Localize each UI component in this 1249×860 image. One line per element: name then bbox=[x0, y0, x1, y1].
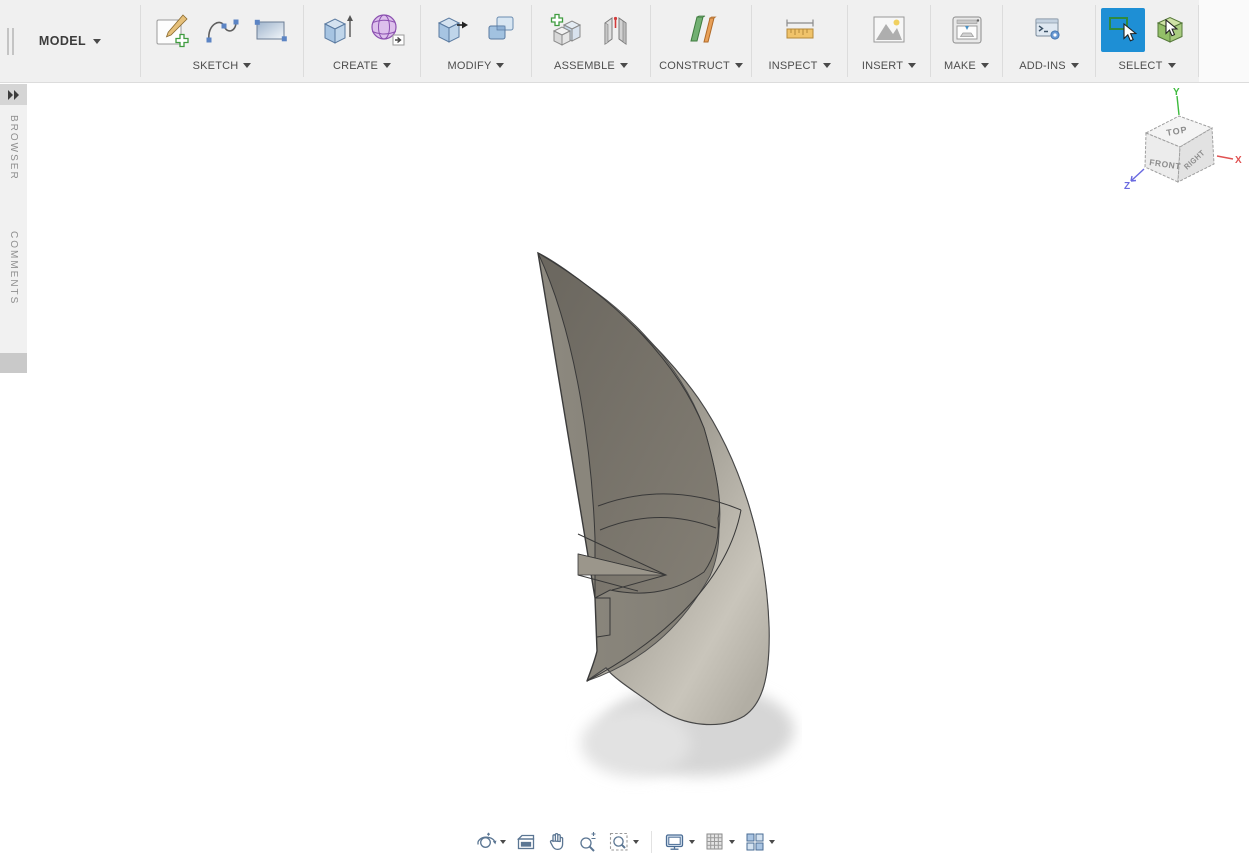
toolbar-group-sketch: SKETCH bbox=[141, 0, 303, 82]
pan-icon[interactable] bbox=[543, 829, 571, 855]
display-settings-icon[interactable] bbox=[661, 829, 698, 855]
orbit-icon[interactable] bbox=[472, 829, 509, 855]
navbar-separator bbox=[650, 831, 652, 853]
ribbon-toolbar: MODEL SKETCH CREATE MODIFY ASSEMBLE CONS… bbox=[0, 0, 1249, 83]
sidebar-tab-browser[interactable]: BROWSER bbox=[8, 115, 19, 181]
toolbar-grip-handle[interactable] bbox=[7, 28, 14, 55]
chevron-down-icon bbox=[822, 63, 831, 68]
chevron-down-icon bbox=[908, 63, 917, 68]
scripts-addins-icon[interactable] bbox=[1026, 6, 1072, 54]
chevron-down-icon bbox=[1167, 63, 1176, 68]
model-interior-surface bbox=[536, 251, 720, 599]
chevron-down-icon bbox=[619, 63, 628, 68]
toolbar-group-modify: MODIFY bbox=[421, 0, 531, 82]
axis-y-label: Y bbox=[1173, 87, 1180, 98]
toolbar-group-construct: CONSTRUCT bbox=[651, 0, 751, 82]
grid-layout-icon[interactable] bbox=[701, 829, 738, 855]
chevron-down-icon bbox=[768, 840, 775, 844]
chevron-down-icon bbox=[499, 840, 506, 844]
sketch-menu[interactable]: SKETCH bbox=[187, 57, 258, 74]
toolbar-group-assemble: ASSEMBLE bbox=[532, 0, 650, 82]
viewport-canvas[interactable]: Y X Z TOP FRONT RIGHT bbox=[0, 84, 1249, 860]
viewports-icon[interactable] bbox=[741, 829, 778, 855]
axis-z-label: Z bbox=[1124, 181, 1130, 192]
select-menu[interactable]: SELECT bbox=[1113, 57, 1182, 74]
toolbar-empty-space bbox=[1199, 0, 1249, 82]
toolbar-group-select: SELECT bbox=[1096, 0, 1198, 82]
fit-icon[interactable] bbox=[605, 829, 642, 855]
make-menu[interactable]: MAKE bbox=[938, 57, 995, 74]
extrude-icon[interactable] bbox=[315, 6, 361, 54]
chevron-down-icon bbox=[688, 840, 695, 844]
chevron-down-icon bbox=[243, 63, 252, 68]
spline-icon[interactable] bbox=[199, 6, 245, 54]
chevron-down-icon bbox=[980, 63, 989, 68]
workspace-switcher-area: MODEL bbox=[0, 0, 140, 82]
create-menu[interactable]: CREATE bbox=[327, 57, 397, 74]
form-icon[interactable] bbox=[364, 6, 410, 54]
joint-icon[interactable] bbox=[593, 6, 639, 54]
press-pull-icon[interactable] bbox=[429, 6, 475, 54]
chevron-down-icon bbox=[734, 63, 743, 68]
chevron-down-icon bbox=[93, 38, 102, 44]
chevron-down-icon bbox=[632, 840, 639, 844]
chevron-down-icon bbox=[1070, 63, 1079, 68]
create-sketch-icon[interactable] bbox=[150, 6, 196, 54]
window-select-icon[interactable] bbox=[1100, 8, 1145, 52]
measure-icon[interactable] bbox=[777, 6, 823, 54]
chevron-down-icon bbox=[496, 63, 505, 68]
toolbar-group-addins: ADD-INS bbox=[1003, 0, 1095, 82]
workspace-dropdown[interactable]: MODEL bbox=[33, 33, 107, 49]
new-component-icon[interactable] bbox=[544, 6, 590, 54]
offset-plane-icon[interactable] bbox=[678, 6, 724, 54]
workspace-label: MODEL bbox=[38, 34, 87, 48]
look-at-icon[interactable] bbox=[512, 829, 540, 855]
left-panel-strip: BROWSER COMMENTS bbox=[0, 84, 27, 373]
toolbar-group-insert: INSERT bbox=[848, 0, 930, 82]
chevron-down-icon bbox=[728, 840, 735, 844]
chevron-down-icon bbox=[383, 63, 391, 68]
paint-select-icon[interactable] bbox=[1148, 6, 1194, 54]
modify-menu[interactable]: MODIFY bbox=[442, 57, 511, 74]
two-point-rectangle-icon[interactable] bbox=[248, 6, 294, 54]
expand-panel-icon[interactable] bbox=[0, 84, 27, 105]
toolbar-group-create: CREATE bbox=[304, 0, 420, 82]
view-navigation-bar bbox=[466, 827, 783, 857]
insert-menu[interactable]: INSERT bbox=[856, 57, 922, 74]
model-body[interactable] bbox=[498, 238, 802, 804]
sidebar-tab-comments[interactable]: COMMENTS bbox=[8, 231, 19, 305]
addins-menu[interactable]: ADD-INS bbox=[1013, 57, 1085, 74]
axis-x-label: X bbox=[1235, 155, 1242, 166]
toolbar-group-inspect: INSPECT bbox=[752, 0, 847, 82]
zoom-icon[interactable] bbox=[574, 829, 602, 855]
print-3d-icon[interactable] bbox=[944, 6, 990, 54]
panel-strip-footer bbox=[0, 353, 27, 373]
inspect-menu[interactable]: INSPECT bbox=[762, 57, 836, 74]
insert-image-icon[interactable] bbox=[866, 6, 912, 54]
construct-menu[interactable]: CONSTRUCT bbox=[653, 57, 749, 74]
combine-icon[interactable] bbox=[478, 6, 524, 54]
assemble-menu[interactable]: ASSEMBLE bbox=[548, 57, 634, 74]
view-cube[interactable]: Y X Z TOP FRONT RIGHT bbox=[1121, 85, 1243, 205]
toolbar-group-make: MAKE bbox=[931, 0, 1002, 82]
